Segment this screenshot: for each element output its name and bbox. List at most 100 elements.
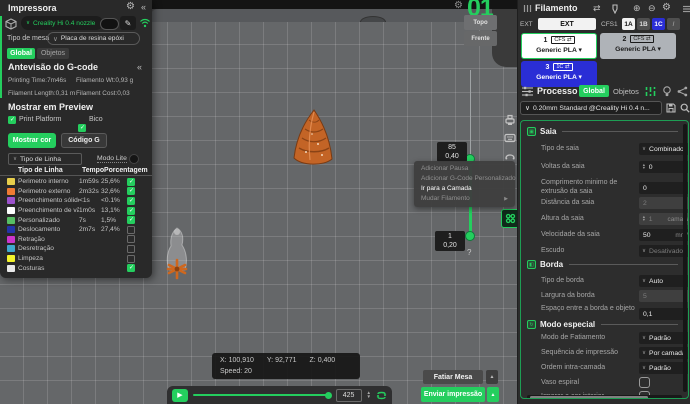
view-cube[interactable]: Topo Frente — [464, 15, 497, 47]
collapse-panel-icon[interactable]: « — [141, 2, 146, 12]
remove-filament-icon[interactable]: ⊖ — [648, 3, 656, 14]
loop-icon[interactable] — [376, 390, 387, 401]
printer-tool-icon[interactable] — [503, 113, 517, 127]
shield-dropdown[interactable]: ∨Desativado — [639, 245, 689, 257]
search-preset-icon[interactable] — [680, 103, 690, 113]
print-sequence-dropdown[interactable]: ∨Por camada — [639, 347, 689, 359]
skirt-min-length-input[interactable]: 0 — [639, 182, 689, 194]
material-dropdown[interactable]: Generic PLA ▾ — [522, 46, 596, 54]
menu-item-change-filament[interactable]: Mudar Filamento▶ — [414, 194, 515, 204]
skirt-loops-stepper[interactable]: ▲▼0 — [639, 161, 689, 173]
process-tab-objects[interactable]: Objetos — [613, 87, 639, 96]
line-visible-checkbox[interactable] — [127, 216, 135, 224]
line-visible-checkbox[interactable] — [127, 207, 135, 215]
printer-select-dropdown[interactable]: ∨ Creality Hi 0.4 nozzle — [21, 16, 103, 30]
menu-item-add-gcode[interactable]: Adicionar G-Code Personalizado — [414, 174, 515, 184]
bulb-icon[interactable] — [662, 86, 672, 97]
settings-horizontal-scrollbar[interactable] — [527, 395, 682, 399]
playback-stepper[interactable]: ▲▼ — [367, 391, 371, 399]
spiral-vase-checkbox[interactable] — [639, 377, 650, 388]
layer-slider-help[interactable]: ? — [467, 248, 471, 257]
slicing-mode-dropdown[interactable]: ∨Padrão — [639, 332, 689, 344]
share-icon[interactable] — [677, 86, 688, 97]
material-dropdown[interactable]: Generic PLA ▾ — [600, 45, 676, 53]
tab-global[interactable]: Global — [7, 48, 35, 59]
line-time: 2m7s — [79, 226, 101, 233]
slot-button-1b[interactable]: 1B — [637, 18, 650, 30]
section-brim[interactable]: ◧ Borda — [521, 260, 686, 269]
panel-menu-icon[interactable] — [683, 5, 690, 13]
material-dropdown[interactable]: Generic PLA ▾ — [521, 73, 597, 81]
line-visible-checkbox[interactable] — [127, 235, 135, 243]
sliders-icon — [522, 86, 533, 97]
line-visible-checkbox[interactable] — [127, 197, 135, 205]
line-visible-checkbox[interactable] — [127, 178, 135, 186]
layer-slider-bottom-handle[interactable] — [465, 231, 475, 241]
slot-button-1c[interactable]: 1C — [652, 18, 665, 30]
filament-card-2[interactable]: 2CFS ⇄ Generic PLA ▾ — [600, 33, 676, 59]
play-button[interactable]: ▶ — [172, 389, 188, 402]
line-type-filter-dropdown[interactable]: ∨ Tipo de Linha — [8, 153, 82, 165]
send-options-caret[interactable]: ▲ — [487, 387, 499, 402]
tab-objects[interactable]: Objetos — [37, 48, 69, 59]
playback-value[interactable]: 425 — [336, 389, 362, 402]
slot-button-1a[interactable]: 1A — [622, 18, 635, 30]
save-preset-icon[interactable] — [666, 103, 676, 113]
parameter-grid-icon[interactable] — [645, 86, 656, 97]
slice-plate-button[interactable]: Fatiar Mesa — [423, 370, 483, 384]
sync-filament-icon[interactable]: ⇄ — [593, 3, 601, 14]
view-cube-front[interactable]: Frente — [464, 31, 497, 46]
show-color-button[interactable]: Mostrar cor — [8, 133, 56, 148]
skirt-speed-input[interactable]: 50mm/s — [639, 229, 689, 241]
add-filament-icon[interactable]: ⊕ — [633, 3, 641, 14]
brim-gap-input[interactable]: 0,1 — [639, 308, 689, 320]
line-visible-checkbox[interactable] — [127, 264, 135, 272]
keyboard-grid-icon[interactable] — [503, 131, 517, 145]
line-visible-checkbox[interactable] — [127, 245, 135, 253]
print-platform-checkbox[interactable] — [8, 116, 16, 124]
process-tab-global[interactable]: Global — [579, 85, 609, 97]
nozzle-tool-icon[interactable] — [610, 4, 620, 14]
slot-button-empty[interactable]: / — [667, 18, 680, 30]
playback-slider[interactable] — [193, 394, 331, 396]
process-preset-dropdown[interactable]: ∨ 0.20mm Standard @Creality Hi 0.4 n... — [520, 101, 662, 115]
settings-vertical-scrollbar[interactable] — [683, 124, 687, 392]
menu-item-go-to-layer[interactable]: Ir para a Camada — [414, 184, 515, 194]
sliced-model-preview[interactable] — [290, 108, 336, 170]
skirt-distance-input[interactable]: 2 — [639, 197, 689, 209]
menu-item-add-pause[interactable]: Adicionar Pausa — [414, 164, 515, 174]
brim-type-dropdown[interactable]: ∨Auto — [639, 275, 689, 287]
bed-type-dropdown[interactable]: ∨ Placa de resina epóxi — [47, 32, 140, 45]
line-color-swatch — [7, 197, 15, 204]
section-special-mode[interactable]: ↻ Modo especial — [521, 320, 686, 329]
filament-card-1[interactable]: 1CFS ⇄ Generic PLA ▾ — [521, 33, 597, 59]
filament-card-3[interactable]: 31C ⇄ Generic PLA ▾ — [521, 61, 597, 87]
intra-layer-order-dropdown[interactable]: ∨Padrão — [639, 362, 689, 374]
nozzle-checkbox[interactable] — [78, 124, 86, 132]
collapse-gcode-icon[interactable]: « — [137, 62, 142, 72]
printer-toggle-oval[interactable] — [100, 18, 119, 30]
lite-mode-toggle[interactable] — [129, 154, 139, 164]
view-cube-top[interactable]: Topo — [464, 15, 497, 30]
gcode-button[interactable]: Código G — [61, 133, 107, 148]
ghost-model[interactable] — [158, 226, 196, 280]
plate-gear-icon[interactable]: ⚙ — [454, 0, 463, 11]
section-skirt[interactable]: ▣ Saia — [521, 127, 686, 136]
filament-settings-gear-icon[interactable]: ⚙ — [662, 2, 671, 13]
line-time: <1s — [79, 197, 101, 204]
skirt-type-dropdown[interactable]: ∨Combinado — [639, 143, 689, 155]
layer-slider-track[interactable] — [470, 70, 471, 159]
line-color-swatch — [7, 255, 15, 262]
playback-slider-handle[interactable] — [325, 392, 332, 399]
line-visible-checkbox[interactable] — [127, 187, 135, 195]
skirt-height-stepper[interactable]: ▲▼1camadas — [639, 213, 689, 225]
wifi-icon[interactable] — [139, 17, 151, 29]
ext-slot-button[interactable]: EXT — [538, 18, 596, 30]
line-visible-checkbox[interactable] — [127, 255, 135, 263]
edit-printer-button[interactable]: ✎ — [120, 16, 136, 30]
slice-options-caret[interactable]: ▲ — [486, 370, 498, 384]
line-visible-checkbox[interactable] — [127, 226, 135, 234]
printer-settings-gear-icon[interactable]: ⚙ — [126, 1, 135, 12]
send-print-button[interactable]: Enviar impressão — [421, 387, 485, 402]
brim-width-input[interactable]: 5 — [639, 290, 689, 302]
